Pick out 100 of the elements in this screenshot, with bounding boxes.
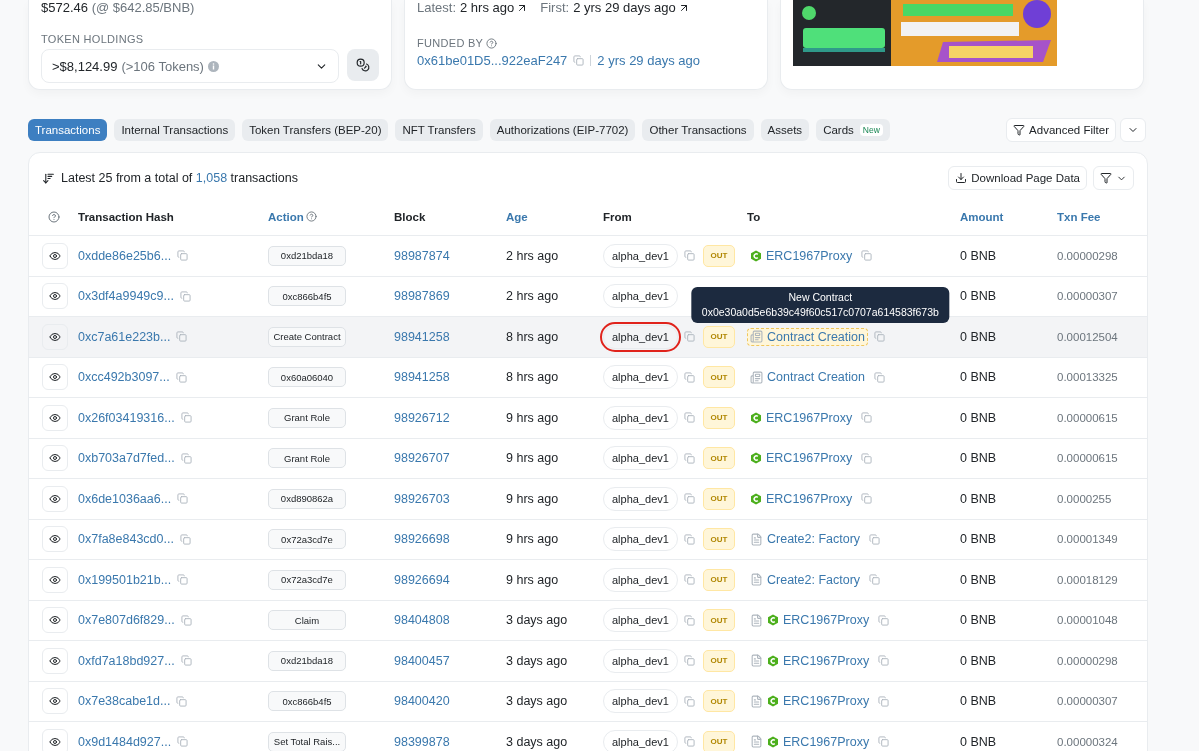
preview-button[interactable] xyxy=(42,283,68,310)
dropdown-button[interactable] xyxy=(1120,118,1146,142)
transaction-hash-link[interactable]: 0x3df4a9949c9... xyxy=(78,289,174,304)
transaction-hash-link[interactable]: 0xcc492b3097... xyxy=(78,370,170,385)
to-address-link[interactable]: ERC1967Proxy xyxy=(747,489,856,508)
funded-age-link[interactable]: 2 yrs 29 days ago xyxy=(597,53,700,68)
transaction-hash-link[interactable]: 0xfd7a18bd927... xyxy=(78,653,175,668)
copy-icon[interactable] xyxy=(683,695,695,707)
to-address-link[interactable]: ERC1967Proxy xyxy=(747,408,856,427)
column-header[interactable]: Age xyxy=(506,210,528,223)
to-address-link[interactable]: Contract Creation xyxy=(747,368,868,387)
copy-icon[interactable] xyxy=(878,695,890,707)
to-address-link[interactable]: ERC1967Proxy xyxy=(747,449,856,468)
copy-icon[interactable] xyxy=(873,371,885,383)
copy-icon[interactable] xyxy=(180,452,192,464)
block-link[interactable]: 98926707 xyxy=(394,451,450,466)
copy-icon[interactable] xyxy=(177,250,189,262)
copy-icon[interactable] xyxy=(177,574,189,586)
tab[interactable]: Assets xyxy=(760,119,810,141)
to-address-link[interactable]: ERC1967Proxy xyxy=(747,246,856,265)
copy-icon[interactable] xyxy=(683,371,695,383)
copy-icon[interactable] xyxy=(861,452,873,464)
copy-icon[interactable] xyxy=(180,655,192,667)
tab[interactable]: NFT Transfers xyxy=(395,119,483,141)
to-address-link[interactable]: Create2: Factory xyxy=(747,530,864,549)
preview-button[interactable] xyxy=(42,647,68,674)
preview-button[interactable] xyxy=(42,526,68,553)
block-link[interactable]: 98926712 xyxy=(394,410,450,425)
transaction-hash-link[interactable]: 0x199501b21b... xyxy=(78,572,172,587)
block-link[interactable]: 98404808 xyxy=(394,613,450,628)
copy-icon[interactable] xyxy=(683,574,695,586)
tab[interactable]: Internal Transactions xyxy=(114,119,236,141)
advanced-filter-button[interactable]: Advanced Filter xyxy=(1006,118,1116,142)
transaction-hash-link[interactable]: 0x6de1036aa6... xyxy=(78,491,172,506)
block-link[interactable]: 98941258 xyxy=(394,329,450,344)
copy-icon[interactable] xyxy=(179,290,191,302)
copy-icon[interactable] xyxy=(683,614,695,626)
copy-icon[interactable] xyxy=(180,412,192,424)
copy-icon[interactable] xyxy=(683,533,695,545)
tab[interactable]: Other Transactions xyxy=(642,119,754,141)
first-link[interactable]: 2 yrs 29 days ago xyxy=(573,1,676,15)
tab[interactable]: Authorizations (EIP-7702) xyxy=(489,119,636,141)
copy-icon[interactable] xyxy=(177,493,189,505)
copy-icon[interactable] xyxy=(873,331,885,343)
copy-icon[interactable] xyxy=(683,655,695,667)
copy-icon[interactable] xyxy=(878,736,890,748)
block-link[interactable]: 98926694 xyxy=(394,572,450,587)
block-link[interactable]: 98400420 xyxy=(394,694,450,709)
transaction-hash-link[interactable]: 0x9d1484d927... xyxy=(78,734,172,749)
transaction-hash-link[interactable]: 0x7fa8e843cd0... xyxy=(78,532,174,547)
preview-button[interactable] xyxy=(42,242,68,269)
block-link[interactable]: 98926698 xyxy=(394,532,450,547)
tab[interactable]: Cards New xyxy=(816,119,890,141)
copy-icon[interactable] xyxy=(683,452,695,464)
copy-icon[interactable] xyxy=(869,533,881,545)
copy-icon[interactable] xyxy=(176,695,188,707)
copy-icon[interactable] xyxy=(683,736,695,748)
to-address-link[interactable]: Contract Creation xyxy=(747,327,868,346)
copy-icon[interactable] xyxy=(683,250,695,262)
copy-icon[interactable] xyxy=(683,493,695,505)
copy-icon[interactable] xyxy=(861,412,873,424)
copy-icon[interactable] xyxy=(573,55,585,66)
tab[interactable]: Token Transfers (BEP-20) xyxy=(242,119,389,141)
column-header[interactable]: Action xyxy=(268,210,304,223)
from-address-tag[interactable]: alpha_dev1 xyxy=(603,324,678,349)
copy-icon[interactable] xyxy=(176,331,188,343)
filter-button[interactable] xyxy=(1093,166,1134,190)
transaction-hash-link[interactable]: 0xdde86e25b6... xyxy=(78,248,172,263)
preview-button[interactable] xyxy=(42,323,68,350)
preview-button[interactable] xyxy=(42,364,68,391)
preview-button[interactable] xyxy=(42,404,68,431)
preview-button[interactable] xyxy=(42,485,68,512)
preview-button[interactable] xyxy=(42,688,68,715)
block-link[interactable]: 98400457 xyxy=(394,653,450,668)
copy-icon[interactable] xyxy=(861,250,873,262)
copy-icon[interactable] xyxy=(683,412,695,424)
transaction-hash-link[interactable]: 0xb703a7d7fed... xyxy=(78,451,175,466)
to-address-link[interactable]: ERC1967Proxy xyxy=(747,692,873,711)
transaction-hash-link[interactable]: 0xc7a61e223b... xyxy=(78,329,171,344)
transaction-hash-link[interactable]: 0x7e38cabe1d... xyxy=(78,694,171,709)
block-link[interactable]: 98926703 xyxy=(394,491,450,506)
funder-address-link[interactable]: 0x61be01D5...922eaF247 xyxy=(417,53,568,68)
block-link[interactable]: 98399878 xyxy=(394,734,450,749)
token-holdings-dropdown[interactable]: >$8,124.99 (>106 Tokens) xyxy=(41,49,339,83)
copy-icon[interactable] xyxy=(180,614,192,626)
preview-button[interactable] xyxy=(42,607,68,634)
column-header[interactable]: Amount xyxy=(960,210,1004,223)
to-address-link[interactable]: Create2: Factory xyxy=(747,570,864,589)
to-address-link[interactable]: ERC1967Proxy xyxy=(747,611,873,630)
copy-icon[interactable] xyxy=(861,493,873,505)
preview-button[interactable] xyxy=(42,445,68,472)
copy-icon[interactable] xyxy=(179,533,191,545)
copy-icon[interactable] xyxy=(177,736,189,748)
column-header[interactable]: Txn Fee xyxy=(1057,210,1101,223)
transaction-hash-link[interactable]: 0x7e807d6f829... xyxy=(78,613,175,628)
latest-link[interactable]: 2 hrs ago xyxy=(460,1,515,15)
total-link[interactable]: 1,058 xyxy=(195,171,228,185)
preview-button[interactable] xyxy=(42,566,68,593)
coins-button[interactable] xyxy=(347,49,379,81)
to-address-link[interactable]: ERC1967Proxy xyxy=(747,732,873,751)
